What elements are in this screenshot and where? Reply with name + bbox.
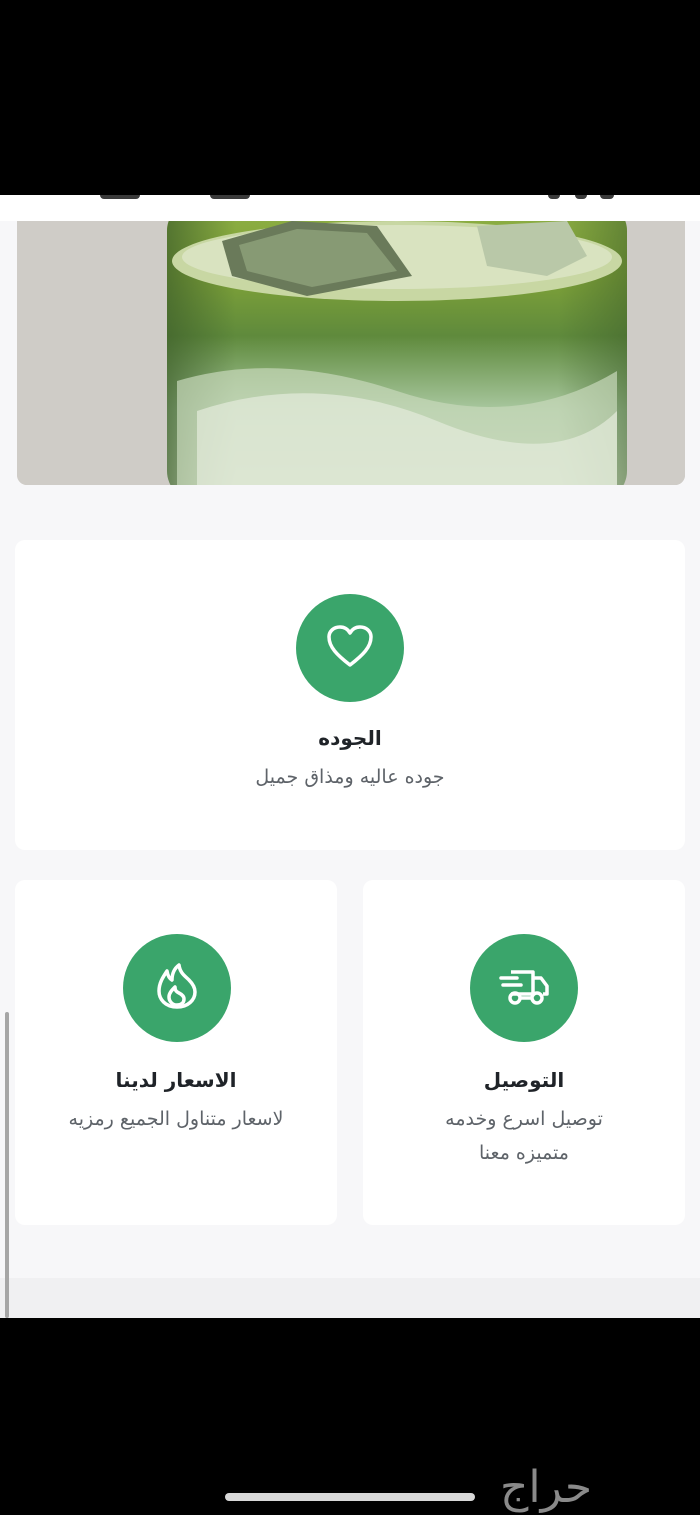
quality-title: الجوده — [318, 726, 382, 750]
home-indicator[interactable] — [225, 1493, 475, 1501]
delivery-title: التوصيل — [483, 1068, 565, 1092]
app-screen: الجوده جوده عاليه ومذاق جميل الاسعار لدي… — [0, 195, 700, 1318]
hero-image — [17, 221, 685, 485]
delivery-description-line2: متميزه معنا — [479, 1142, 569, 1164]
top-bar — [0, 195, 700, 221]
prices-title: الاسعار لدينا — [115, 1068, 237, 1092]
watermark-logo: حراج — [500, 1462, 594, 1513]
heart-icon — [325, 623, 375, 673]
scrollbar[interactable] — [5, 1012, 9, 1318]
matcha-drink-image — [17, 221, 685, 485]
prices-description: لاسعار متناول الجميع رمزيه — [68, 1108, 284, 1130]
prices-icon-badge — [123, 934, 231, 1042]
feature-card-quality: الجوده جوده عاليه ومذاق جميل — [15, 540, 685, 850]
feature-card-prices: الاسعار لدينا لاسعار متناول الجميع رمزيه — [15, 880, 337, 1225]
delivery-icon-badge — [470, 934, 578, 1042]
delivery-truck-icon — [497, 964, 551, 1012]
quality-icon-badge — [296, 594, 404, 702]
quality-description: جوده عاليه ومذاق جميل — [255, 766, 445, 788]
fire-icon — [153, 961, 201, 1015]
feature-card-delivery: التوصيل توصيل اسرع وخدمه متميزه معنا — [363, 880, 685, 1225]
delivery-description-line1: توصيل اسرع وخدمه — [445, 1108, 603, 1130]
page-footer-edge — [0, 1278, 700, 1318]
